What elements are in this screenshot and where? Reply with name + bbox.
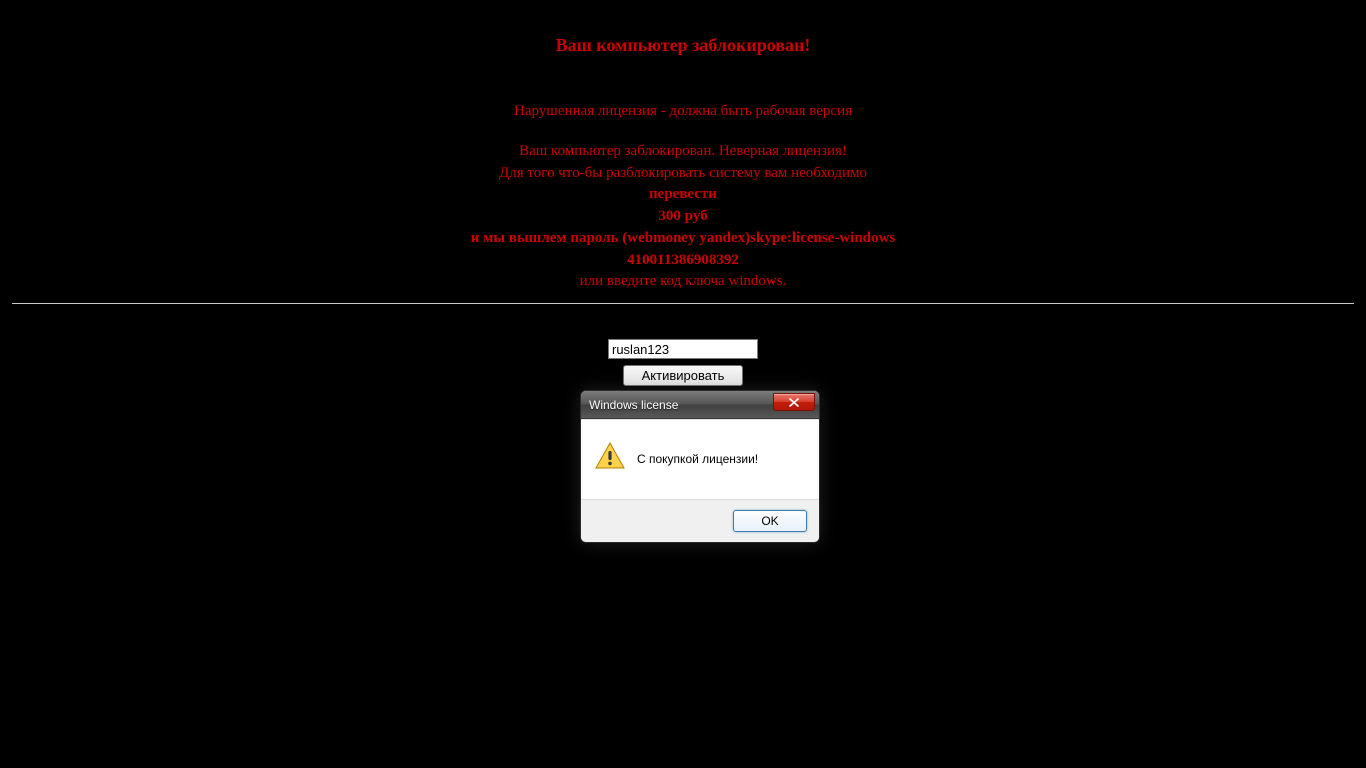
text-line-3: Для того что-бы разблокировать систему в… bbox=[0, 163, 1366, 185]
divider bbox=[12, 303, 1354, 304]
lock-screen-content: Ваш компьютер заблокирован! Нарушенная л… bbox=[0, 0, 1366, 386]
text-line-5: 300 руб bbox=[0, 206, 1366, 228]
text-line-6: и мы вышлем пароль (webmoney yandex)skyp… bbox=[0, 228, 1366, 250]
dialog-body: С покупкой лицензии! bbox=[581, 419, 819, 500]
close-button[interactable] bbox=[773, 393, 815, 411]
dialog-message: С покупкой лицензии! bbox=[637, 452, 758, 466]
spacer bbox=[0, 123, 1366, 141]
activation-form: Активировать bbox=[0, 339, 1366, 386]
close-icon bbox=[789, 398, 799, 407]
text-line-8: или введите код ключа windows. bbox=[0, 271, 1366, 293]
headline: Ваш компьютер заблокирован! bbox=[0, 35, 1366, 56]
warning-icon bbox=[595, 442, 625, 475]
text-line-4: перевести bbox=[0, 184, 1366, 206]
dialog-title: Windows license bbox=[589, 398, 678, 412]
ok-button[interactable]: OK bbox=[733, 510, 807, 532]
license-dialog: Windows license С покупкой лицензии! OK bbox=[580, 390, 820, 543]
activate-button[interactable]: Активировать bbox=[623, 365, 744, 386]
code-input[interactable] bbox=[608, 339, 758, 359]
text-line-1: Нарушенная лицензия - должна быть рабоча… bbox=[0, 101, 1366, 123]
dialog-titlebar[interactable]: Windows license bbox=[581, 391, 819, 419]
text-line-7: 410011386908392 bbox=[0, 250, 1366, 272]
dialog-footer: OK bbox=[581, 500, 819, 542]
text-line-2: Ваш компьютер заблокирован. Неверная лиц… bbox=[0, 141, 1366, 163]
